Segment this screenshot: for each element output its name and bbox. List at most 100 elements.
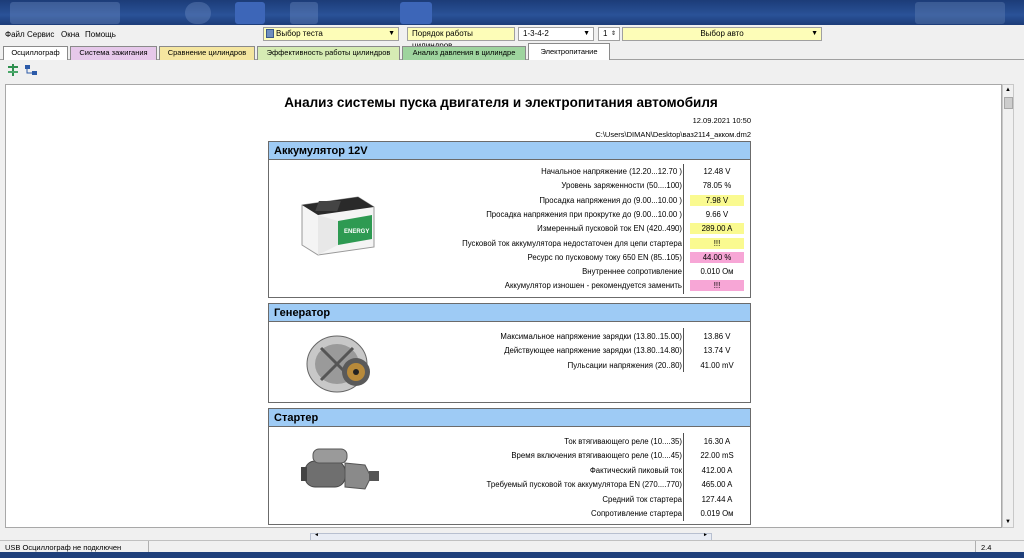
result-row: Требуемый пусковой ток аккумулятора EN (… bbox=[269, 478, 752, 492]
result-label: Средний ток стартера bbox=[602, 494, 682, 504]
result-value: 78.05 % bbox=[702, 181, 732, 191]
result-label: Ток втягивающего реле (10....35) bbox=[564, 437, 682, 446]
result-row: Фактический пиковый ток 412.00 A bbox=[269, 464, 752, 478]
test-select[interactable]: Выбор теста ▼ bbox=[263, 27, 399, 41]
menu-bar: Файл Сервис Окна Помощь Выбор теста ▼ По… bbox=[0, 25, 1024, 50]
scroll-up-icon[interactable]: ▲ bbox=[1005, 87, 1011, 93]
result-value: 412.00 A bbox=[701, 465, 733, 475]
menu-service[interactable]: Сервис bbox=[27, 30, 54, 39]
result-label: Аккумулятор изношен - рекомендуется заме… bbox=[504, 281, 682, 291]
version-label: 2.4 bbox=[981, 543, 992, 552]
window-controls[interactable] bbox=[915, 2, 1005, 24]
result-label: Фактический пиковый ток bbox=[589, 465, 682, 475]
result-row: Ток втягивающего реле (10....35) 16.30 A bbox=[269, 435, 752, 449]
report-title: Анализ системы пуска двигателя и электро… bbox=[284, 95, 718, 110]
menu-windows[interactable]: Окна bbox=[61, 30, 80, 39]
result-row: Внутреннее сопротивление 0.010 Ом bbox=[269, 265, 752, 279]
scroll-down-icon[interactable]: ▼ bbox=[1005, 519, 1011, 525]
scroll-thumb[interactable] bbox=[1004, 97, 1013, 109]
result-row: Пульсации напряжения (20..80) 41.00 mV bbox=[269, 359, 752, 373]
report-date: 12.09.2021 10:50 bbox=[692, 116, 751, 125]
chevron-down-icon: ▼ bbox=[388, 30, 395, 37]
result-value: 127.44 A bbox=[701, 494, 733, 504]
result-row: Время включения втягивающего реле (10...… bbox=[269, 449, 752, 463]
tab-pressure-analysis[interactable]: Анализ давления в цилиндре bbox=[402, 46, 526, 60]
report-view: Анализ системы пуска двигателя и электро… bbox=[5, 84, 1002, 528]
export-tool-icon[interactable] bbox=[24, 64, 38, 76]
taskbar-app-icon[interactable] bbox=[10, 2, 120, 24]
result-label: Просадка напряжения до (9.00...10.00 ) bbox=[539, 195, 682, 205]
result-label: Внутреннее сопротивление bbox=[582, 267, 682, 277]
result-label: Требуемый пусковой ток аккумулятора EN (… bbox=[486, 480, 682, 490]
tab-cylinder-compare[interactable]: Сравнение цилиндров bbox=[159, 46, 255, 60]
tab-ignition[interactable]: Система зажигания bbox=[70, 46, 157, 60]
starter-header: Стартер bbox=[269, 409, 750, 427]
car-select[interactable]: Выбор авто ▼ bbox=[622, 27, 822, 41]
settings-tool-icon[interactable] bbox=[7, 64, 19, 76]
result-label: Пусковой ток аккумулятора недостаточен д… bbox=[462, 238, 682, 248]
result-value: 0.019 Ом bbox=[700, 509, 734, 518]
status-bar: USB Осциллограф не подключен 2.4 bbox=[0, 540, 1024, 552]
result-value: 44.00 % bbox=[690, 251, 744, 263]
result-value: 41.00 mV bbox=[700, 360, 734, 370]
menu-help[interactable]: Помощь bbox=[85, 30, 116, 39]
result-value: !!! bbox=[690, 280, 744, 292]
divider bbox=[975, 541, 976, 552]
tab-cylinder-efficiency[interactable]: Эффективность работы цилиндров bbox=[257, 46, 400, 60]
vertical-scrollbar[interactable]: ▲ ▼ bbox=[1002, 84, 1014, 528]
result-value: 289.00 A bbox=[690, 223, 744, 235]
chevron-down-icon: ▼ bbox=[811, 30, 818, 37]
battery-section: Аккумулятор 12V ENERGY Начальное напряже… bbox=[268, 141, 751, 298]
cylinder-order-select[interactable]: 1-3-4-2 ▼ bbox=[518, 27, 594, 41]
result-value: 13.86 V bbox=[703, 332, 731, 341]
result-row: Измеренный пусковой ток EN (420..490) 289… bbox=[269, 222, 752, 236]
report-file-path: C:\Users\DIMAN\Desktop\ваз2114_акком.dm2 bbox=[595, 130, 751, 139]
taskbar-app-icon[interactable] bbox=[290, 2, 318, 24]
generator-header: Генератор bbox=[269, 304, 750, 322]
cylinder-number-spinner[interactable]: 1 ⇕ bbox=[598, 27, 620, 41]
result-value: 12.48 V bbox=[703, 167, 731, 176]
tab-power-supply[interactable]: Электропитание bbox=[528, 43, 610, 60]
result-row: Максимальное напряжение зарядки (13.80..… bbox=[269, 330, 752, 344]
result-row: Просадка напряжения при прокрутке до (9.… bbox=[269, 208, 752, 222]
tab-oscilloscope[interactable]: Осциллограф bbox=[3, 46, 68, 60]
result-label: Сопротивление стартера bbox=[590, 509, 682, 518]
generator-section: Генератор Максимальное напряжение зарядк… bbox=[268, 303, 751, 403]
divider bbox=[148, 541, 149, 552]
os-taskbar-bottom bbox=[0, 552, 1024, 558]
taskbar-app-icon[interactable] bbox=[400, 2, 432, 24]
result-value: 13.74 V bbox=[703, 346, 731, 356]
battery-header: Аккумулятор 12V bbox=[269, 142, 750, 160]
result-value: 22.00 mS bbox=[700, 451, 734, 461]
result-row: Средний ток стартера 127.44 A bbox=[269, 493, 752, 507]
result-label: Уровень заряженности (50....100) bbox=[561, 181, 682, 191]
test-select-value: Выбор теста bbox=[276, 29, 323, 38]
taskbar-app-icon[interactable] bbox=[185, 2, 211, 24]
result-value: 9.66 V bbox=[705, 209, 729, 219]
car-select-value: Выбор авто bbox=[700, 29, 744, 38]
starter-section: Стартер Ток втягивающего реле (10....35)… bbox=[268, 408, 751, 525]
chevron-down-icon: ▼ bbox=[583, 30, 590, 37]
result-value: 7.98 V bbox=[690, 194, 744, 206]
menu-file[interactable]: Файл bbox=[5, 30, 25, 39]
result-label: Измеренный пусковой ток EN (420..490) bbox=[537, 224, 682, 234]
cylinder-order-label: Порядок работы цилиндров bbox=[407, 27, 515, 50]
result-label: Максимальное напряжение зарядки (13.80..… bbox=[500, 332, 682, 341]
result-value: !!! bbox=[690, 237, 744, 249]
result-value: 16.30 A bbox=[703, 437, 731, 446]
result-label: Действующее напряжение зарядки (13.80..1… bbox=[504, 346, 682, 356]
result-row: Пусковой ток аккумулятора недостаточен д… bbox=[269, 237, 752, 251]
result-label: Время включения втягивающего реле (10...… bbox=[511, 451, 682, 461]
result-label: Ресурс по пусковому току 650 EN (85..105… bbox=[527, 252, 682, 262]
cylinder-order-value: 1-3-4-2 bbox=[523, 29, 549, 38]
result-value: 0.010 Ом bbox=[700, 267, 734, 277]
taskbar-app-icon[interactable] bbox=[235, 2, 265, 24]
connection-status: USB Осциллограф не подключен bbox=[5, 543, 122, 552]
spinner-arrows-icon: ⇕ bbox=[610, 31, 616, 37]
scroll-right-icon[interactable]: ► bbox=[703, 532, 708, 538]
result-row: Аккумулятор изношен - рекомендуется заме… bbox=[269, 279, 752, 293]
result-row: Ресурс по пусковому току 650 EN (85..105… bbox=[269, 251, 752, 265]
scroll-left-icon[interactable]: ◄ bbox=[314, 532, 319, 538]
result-row: Действующее напряжение зарядки (13.80..1… bbox=[269, 344, 752, 358]
test-icon bbox=[266, 29, 274, 38]
